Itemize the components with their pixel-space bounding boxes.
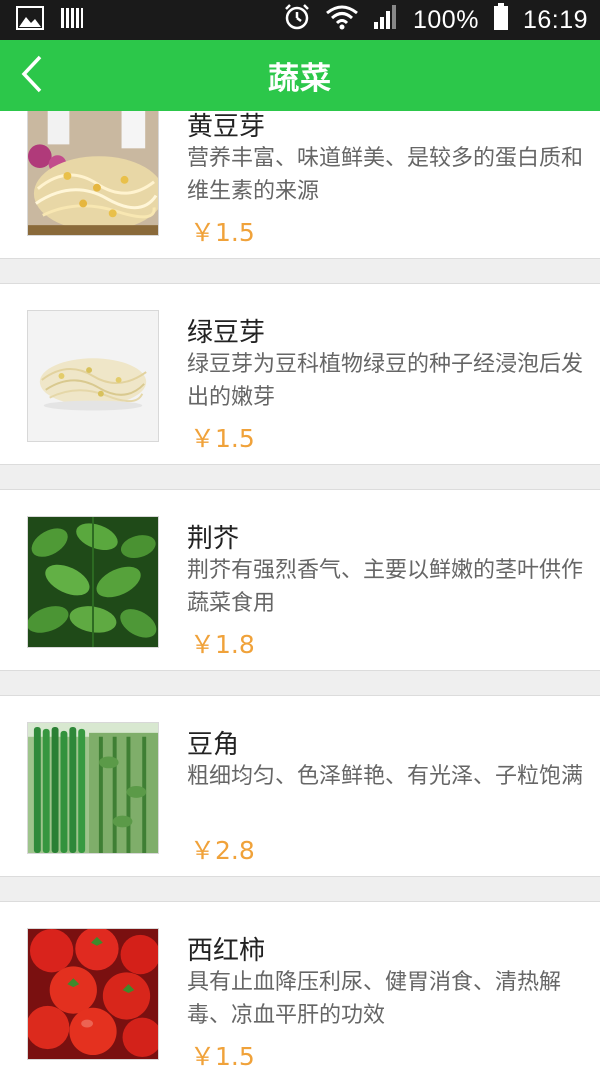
status-right: 100% 16:19 [283, 3, 588, 37]
product-name: 荆芥 [187, 524, 240, 554]
page-title: 蔬菜 [268, 61, 332, 97]
battery-percent: 100% [412, 5, 479, 34]
product-price: ￥1.5 [190, 424, 255, 453]
product-name: 绿豆芽 [187, 318, 266, 348]
product-desc: 粗细均匀、色泽鲜艳、有光泽、子粒饱满 [187, 764, 584, 789]
product-card[interactable]: 西红柿 具有止血降压利尿、健胃消食、清热解毒、凉血平肝的功效 ￥1.5 [0, 901, 600, 1067]
product-name: 西红柿 [187, 936, 266, 966]
product-price: ￥2.8 [190, 836, 255, 865]
status-left [16, 6, 84, 34]
product-desc: 营养丰富、味道鲜美、是较多的蛋白质和维生素的来源 [187, 146, 584, 204]
chevron-left-icon [20, 54, 44, 98]
product-price: ￥1.5 [190, 1042, 255, 1067]
product-desc: 荆芥有强烈香气、主要以鲜嫩的茎叶供作蔬菜食用 [187, 558, 584, 616]
mung-bean-sprouts-image [27, 310, 159, 442]
status-bar: 100% 16:19 [0, 0, 600, 40]
tomatoes-image [27, 928, 159, 1060]
image-icon [16, 6, 44, 34]
product-name: 黄豆芽 [187, 112, 266, 142]
product-card[interactable]: 豆角 粗细均匀、色泽鲜艳、有光泽、子粒饱满 ￥2.8 [0, 695, 600, 877]
alarm-icon [283, 3, 311, 37]
wifi-icon [325, 4, 359, 36]
soybean-sprouts-image [27, 111, 159, 236]
battery-icon [493, 3, 509, 37]
green-beans-image [27, 722, 159, 854]
back-button[interactable] [20, 40, 80, 111]
product-list: 黄豆芽 营养丰富、味道鲜美、是较多的蛋白质和维生素的来源 ￥1.5 绿豆芽 绿豆… [0, 111, 600, 1067]
status-time: 16:19 [522, 5, 588, 34]
product-card[interactable]: 荆芥 荆芥有强烈香气、主要以鲜嫩的茎叶供作蔬菜食用 ￥1.8 [0, 489, 600, 671]
barcode-icon [60, 6, 84, 34]
product-price: ￥1.5 [190, 218, 255, 247]
product-card[interactable]: 黄豆芽 营养丰富、味道鲜美、是较多的蛋白质和维生素的来源 ￥1.5 [0, 111, 600, 259]
product-price: ￥1.8 [190, 630, 255, 659]
product-desc: 具有止血降压利尿、健胃消食、清热解毒、凉血平肝的功效 [187, 970, 562, 1028]
product-name: 豆角 [187, 730, 240, 760]
product-card[interactable]: 绿豆芽 绿豆芽为豆科植物绿豆的种子经浸泡后发出的嫩芽 ￥1.5 [0, 283, 600, 465]
product-desc: 绿豆芽为豆科植物绿豆的种子经浸泡后发出的嫩芽 [187, 352, 584, 410]
app-header: 蔬菜 [0, 40, 600, 111]
schizonepeta-leaves-image [27, 516, 159, 648]
signal-icon [373, 4, 399, 36]
